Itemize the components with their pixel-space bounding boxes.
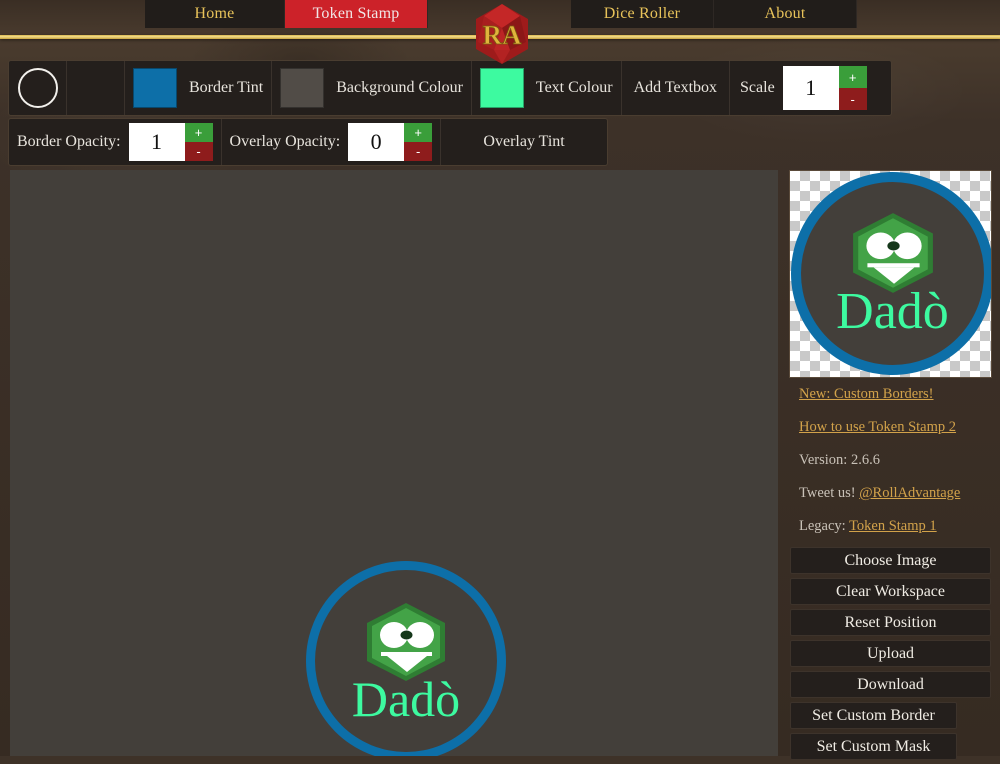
svg-text:RA: RA [483,20,522,50]
add-textbox-button[interactable]: Add Textbox [622,61,731,115]
token-artwork: Dadò [306,561,506,756]
scale-decrement-button[interactable]: - [838,88,867,110]
link-row-how-to-use: How to use Token Stamp 2 [799,419,982,436]
dado-hexagon-face-icon-preview [849,211,937,295]
sidebar-action-buttons: Choose Image Clear Workspace Reset Posit… [789,547,992,760]
shape-selector-button[interactable] [9,61,67,115]
text-colour-swatch[interactable] [479,68,524,108]
border-opacity-stepper-buttons: + - [184,123,213,161]
reset-position-button[interactable]: Reset Position [790,609,991,636]
nav-left-spacer [0,0,145,28]
background-colour-control[interactable]: Background Colour [272,61,472,115]
token-text-label: Dadò [351,670,461,727]
text-colour-control[interactable]: Text Colour [472,61,622,115]
border-opacity-control: Border Opacity: 1 + - [9,119,222,165]
overlay-opacity-control: Overlay Opacity: 0 + - [222,119,442,165]
version-label: Version: 2.6.6 [799,452,880,468]
d20-die-icon[interactable]: RA [472,2,532,66]
token-preview-artwork: Dadò [791,172,991,375]
nav-item-dice-roller[interactable]: Dice Roller [571,0,714,28]
overlay-tint-button[interactable]: Overlay Tint [441,119,607,165]
circle-shape-icon [17,68,58,108]
text-colour-label: Text Colour [535,79,613,96]
scale-increment-button[interactable]: + [838,66,867,88]
link-row-legacy: Legacy: Token Stamp 1 [799,518,982,535]
scale-input[interactable]: 1 [782,66,839,110]
choose-image-button[interactable]: Choose Image [790,547,991,574]
border-opacity-label: Border Opacity: [17,133,121,150]
token-output-preview[interactable]: Dadò [789,170,992,378]
scale-stepper: 1 + - [782,66,867,110]
right-sidebar: Dadò New: Custom Borders! How to use Tok… [789,170,992,764]
link-row-custom-borders: New: Custom Borders! [799,386,982,403]
toolbar-primary: Border Tint Background Colour Text Colou… [8,60,892,116]
token-preview-text-label: Dadò [836,283,949,341]
overlay-opacity-increment-button[interactable]: + [404,123,433,142]
overlay-tint-label: Overlay Tint [483,133,565,150]
token-workspace-canvas[interactable]: Dadò [10,170,778,756]
clear-workspace-button[interactable]: Clear Workspace [790,578,991,605]
overlay-opacity-stepper: 0 + - [348,123,433,161]
download-button[interactable]: Download [790,671,991,698]
nav-item-about[interactable]: About [714,0,857,28]
background-colour-swatch[interactable] [280,68,325,108]
set-custom-border-button[interactable]: Set Custom Border [790,702,957,729]
shape-selector-secondary[interactable] [67,61,125,115]
sidebar-info-links: New: Custom Borders! How to use Token St… [789,378,992,547]
overlay-opacity-decrement-button[interactable]: - [404,142,433,161]
link-row-tweet: Tweet us! @RollAdvantage [799,485,982,502]
overlay-opacity-label: Overlay Opacity: [229,133,341,150]
border-opacity-stepper: 1 + - [128,123,213,161]
legacy-token-stamp-link[interactable]: Token Stamp 1 [849,518,937,534]
border-opacity-input[interactable]: 1 [128,123,185,161]
upload-button[interactable]: Upload [790,640,991,667]
dado-hexagon-face-icon [363,601,449,683]
background-colour-label: Background Colour [336,79,463,96]
border-opacity-decrement-button[interactable]: - [184,142,213,161]
nav-item-home[interactable]: Home [145,0,285,28]
overlay-opacity-stepper-buttons: + - [404,123,433,161]
add-textbox-label: Add Textbox [633,79,718,96]
border-tint-swatch[interactable] [133,68,177,108]
how-to-use-link[interactable]: How to use Token Stamp 2 [799,419,956,435]
border-opacity-increment-button[interactable]: + [184,123,213,142]
token-preview-thumb: Dadò [791,172,991,375]
border-tint-control[interactable]: Border Tint [125,61,273,115]
token-preview-main[interactable]: Dadò [306,561,506,756]
toolbar-secondary: Border Opacity: 1 + - Overlay Opacity: 0… [8,118,608,166]
scale-stepper-buttons: + - [838,66,867,110]
scale-label: Scale [740,79,775,96]
scale-control: Scale 1 + - [730,61,873,115]
custom-borders-link[interactable]: New: Custom Borders! [799,386,934,402]
nav-item-token-stamp[interactable]: Token Stamp [285,0,428,28]
border-tint-label: Border Tint [189,79,264,96]
twitter-handle-link[interactable]: @RollAdvantage [859,485,960,501]
legacy-prefix: Legacy: [799,518,850,534]
overlay-opacity-input[interactable]: 0 [348,123,405,161]
tweet-prefix: Tweet us! [799,485,860,501]
